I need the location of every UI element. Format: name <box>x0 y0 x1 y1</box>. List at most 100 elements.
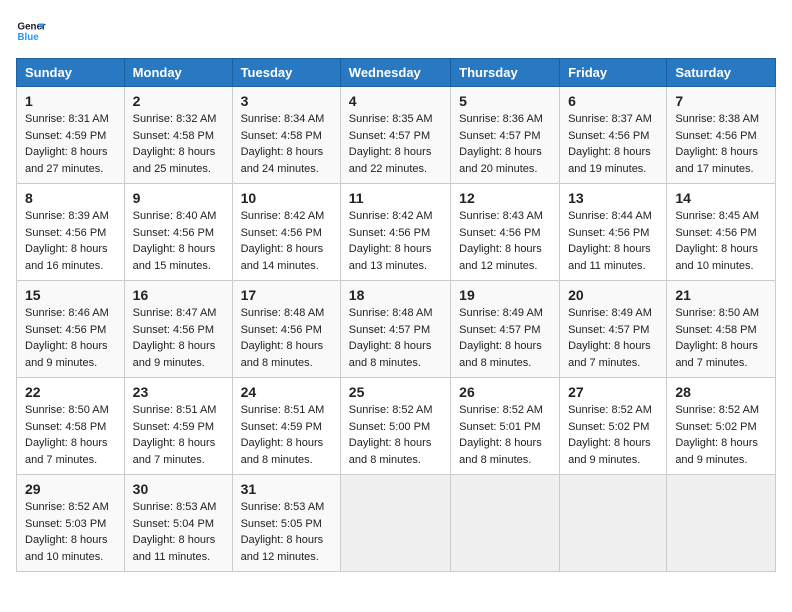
sunset-label: Sunset: 4:58 PM <box>675 324 756 336</box>
day-cell-8: 8 Sunrise: 8:39 AM Sunset: 4:56 PM Dayli… <box>17 184 125 281</box>
day-number: 19 <box>459 287 551 303</box>
daylight-label: Daylight: 8 hours and 17 minutes. <box>675 146 758 175</box>
day-cell-2: 2 Sunrise: 8:32 AM Sunset: 4:58 PM Dayli… <box>124 87 232 184</box>
day-number: 22 <box>25 384 116 400</box>
day-info: Sunrise: 8:48 AM Sunset: 4:56 PM Dayligh… <box>241 305 332 371</box>
sunrise-label: Sunrise: 8:36 AM <box>459 113 543 125</box>
sunrise-label: Sunrise: 8:53 AM <box>133 501 217 513</box>
daylight-label: Daylight: 8 hours and 14 minutes. <box>241 243 324 272</box>
sunrise-label: Sunrise: 8:32 AM <box>133 113 217 125</box>
day-cell-28: 28 Sunrise: 8:52 AM Sunset: 5:02 PM Dayl… <box>667 378 776 475</box>
day-number: 9 <box>133 190 224 206</box>
sunset-label: Sunset: 4:57 PM <box>459 130 540 142</box>
sunrise-label: Sunrise: 8:34 AM <box>241 113 325 125</box>
sunset-label: Sunset: 5:05 PM <box>241 518 322 530</box>
day-cell-12: 12 Sunrise: 8:43 AM Sunset: 4:56 PM Dayl… <box>451 184 560 281</box>
daylight-label: Daylight: 8 hours and 7 minutes. <box>675 340 758 369</box>
sunrise-label: Sunrise: 8:52 AM <box>568 404 652 416</box>
col-header-tuesday: Tuesday <box>232 59 340 87</box>
day-cell-13: 13 Sunrise: 8:44 AM Sunset: 4:56 PM Dayl… <box>560 184 667 281</box>
sunset-label: Sunset: 4:58 PM <box>133 130 214 142</box>
day-info: Sunrise: 8:48 AM Sunset: 4:57 PM Dayligh… <box>349 305 442 371</box>
day-number: 28 <box>675 384 767 400</box>
sunset-label: Sunset: 4:56 PM <box>459 227 540 239</box>
day-number: 11 <box>349 190 442 206</box>
day-number: 15 <box>25 287 116 303</box>
page-header: General Blue <box>16 16 776 46</box>
week-row-3: 15 Sunrise: 8:46 AM Sunset: 4:56 PM Dayl… <box>17 281 776 378</box>
sunrise-label: Sunrise: 8:50 AM <box>25 404 109 416</box>
sunset-label: Sunset: 5:01 PM <box>459 421 540 433</box>
sunrise-label: Sunrise: 8:40 AM <box>133 210 217 222</box>
day-info: Sunrise: 8:45 AM Sunset: 4:56 PM Dayligh… <box>675 208 767 274</box>
day-info: Sunrise: 8:35 AM Sunset: 4:57 PM Dayligh… <box>349 111 442 177</box>
sunset-label: Sunset: 4:59 PM <box>133 421 214 433</box>
sunset-label: Sunset: 4:56 PM <box>133 227 214 239</box>
day-info: Sunrise: 8:37 AM Sunset: 4:56 PM Dayligh… <box>568 111 658 177</box>
daylight-label: Daylight: 8 hours and 8 minutes. <box>241 340 324 369</box>
sunset-label: Sunset: 4:56 PM <box>349 227 430 239</box>
col-header-monday: Monday <box>124 59 232 87</box>
sunset-label: Sunset: 4:56 PM <box>241 227 322 239</box>
sunset-label: Sunset: 4:57 PM <box>349 324 430 336</box>
sunrise-label: Sunrise: 8:31 AM <box>25 113 109 125</box>
day-info: Sunrise: 8:53 AM Sunset: 5:04 PM Dayligh… <box>133 499 224 565</box>
daylight-label: Daylight: 8 hours and 19 minutes. <box>568 146 651 175</box>
day-cell-20: 20 Sunrise: 8:49 AM Sunset: 4:57 PM Dayl… <box>560 281 667 378</box>
empty-cell <box>340 475 450 572</box>
col-header-wednesday: Wednesday <box>340 59 450 87</box>
daylight-label: Daylight: 8 hours and 16 minutes. <box>25 243 108 272</box>
day-info: Sunrise: 8:31 AM Sunset: 4:59 PM Dayligh… <box>25 111 116 177</box>
day-number: 1 <box>25 93 116 109</box>
day-number: 17 <box>241 287 332 303</box>
day-info: Sunrise: 8:53 AM Sunset: 5:05 PM Dayligh… <box>241 499 332 565</box>
day-number: 4 <box>349 93 442 109</box>
day-info: Sunrise: 8:50 AM Sunset: 4:58 PM Dayligh… <box>25 402 116 468</box>
week-row-5: 29 Sunrise: 8:52 AM Sunset: 5:03 PM Dayl… <box>17 475 776 572</box>
day-info: Sunrise: 8:52 AM Sunset: 5:01 PM Dayligh… <box>459 402 551 468</box>
sunset-label: Sunset: 4:57 PM <box>459 324 540 336</box>
day-info: Sunrise: 8:42 AM Sunset: 4:56 PM Dayligh… <box>241 208 332 274</box>
daylight-label: Daylight: 8 hours and 9 minutes. <box>568 437 651 466</box>
daylight-label: Daylight: 8 hours and 8 minutes. <box>349 437 432 466</box>
day-number: 25 <box>349 384 442 400</box>
daylight-label: Daylight: 8 hours and 24 minutes. <box>241 146 324 175</box>
day-info: Sunrise: 8:52 AM Sunset: 5:02 PM Dayligh… <box>675 402 767 468</box>
day-cell-1: 1 Sunrise: 8:31 AM Sunset: 4:59 PM Dayli… <box>17 87 125 184</box>
day-info: Sunrise: 8:50 AM Sunset: 4:58 PM Dayligh… <box>675 305 767 371</box>
daylight-label: Daylight: 8 hours and 12 minutes. <box>459 243 542 272</box>
day-info: Sunrise: 8:32 AM Sunset: 4:58 PM Dayligh… <box>133 111 224 177</box>
sunrise-label: Sunrise: 8:51 AM <box>133 404 217 416</box>
day-info: Sunrise: 8:44 AM Sunset: 4:56 PM Dayligh… <box>568 208 658 274</box>
daylight-label: Daylight: 8 hours and 10 minutes. <box>25 534 108 563</box>
empty-cell <box>667 475 776 572</box>
sunrise-label: Sunrise: 8:52 AM <box>459 404 543 416</box>
svg-text:Blue: Blue <box>18 32 40 43</box>
sunrise-label: Sunrise: 8:51 AM <box>241 404 325 416</box>
sunset-label: Sunset: 4:57 PM <box>568 324 649 336</box>
day-info: Sunrise: 8:52 AM Sunset: 5:03 PM Dayligh… <box>25 499 116 565</box>
sunset-label: Sunset: 4:58 PM <box>25 421 106 433</box>
day-info: Sunrise: 8:51 AM Sunset: 4:59 PM Dayligh… <box>241 402 332 468</box>
day-cell-7: 7 Sunrise: 8:38 AM Sunset: 4:56 PM Dayli… <box>667 87 776 184</box>
daylight-label: Daylight: 8 hours and 11 minutes. <box>568 243 651 272</box>
day-cell-27: 27 Sunrise: 8:52 AM Sunset: 5:02 PM Dayl… <box>560 378 667 475</box>
day-info: Sunrise: 8:46 AM Sunset: 4:56 PM Dayligh… <box>25 305 116 371</box>
day-number: 18 <box>349 287 442 303</box>
sunrise-label: Sunrise: 8:42 AM <box>349 210 433 222</box>
day-number: 27 <box>568 384 658 400</box>
week-row-1: 1 Sunrise: 8:31 AM Sunset: 4:59 PM Dayli… <box>17 87 776 184</box>
day-cell-10: 10 Sunrise: 8:42 AM Sunset: 4:56 PM Dayl… <box>232 184 340 281</box>
day-number: 12 <box>459 190 551 206</box>
day-cell-3: 3 Sunrise: 8:34 AM Sunset: 4:58 PM Dayli… <box>232 87 340 184</box>
sunrise-label: Sunrise: 8:49 AM <box>568 307 652 319</box>
sunset-label: Sunset: 4:56 PM <box>25 324 106 336</box>
sunrise-label: Sunrise: 8:44 AM <box>568 210 652 222</box>
sunrise-label: Sunrise: 8:52 AM <box>25 501 109 513</box>
day-cell-23: 23 Sunrise: 8:51 AM Sunset: 4:59 PM Dayl… <box>124 378 232 475</box>
daylight-label: Daylight: 8 hours and 27 minutes. <box>25 146 108 175</box>
sunrise-label: Sunrise: 8:53 AM <box>241 501 325 513</box>
empty-cell <box>451 475 560 572</box>
daylight-label: Daylight: 8 hours and 7 minutes. <box>25 437 108 466</box>
week-row-4: 22 Sunrise: 8:50 AM Sunset: 4:58 PM Dayl… <box>17 378 776 475</box>
